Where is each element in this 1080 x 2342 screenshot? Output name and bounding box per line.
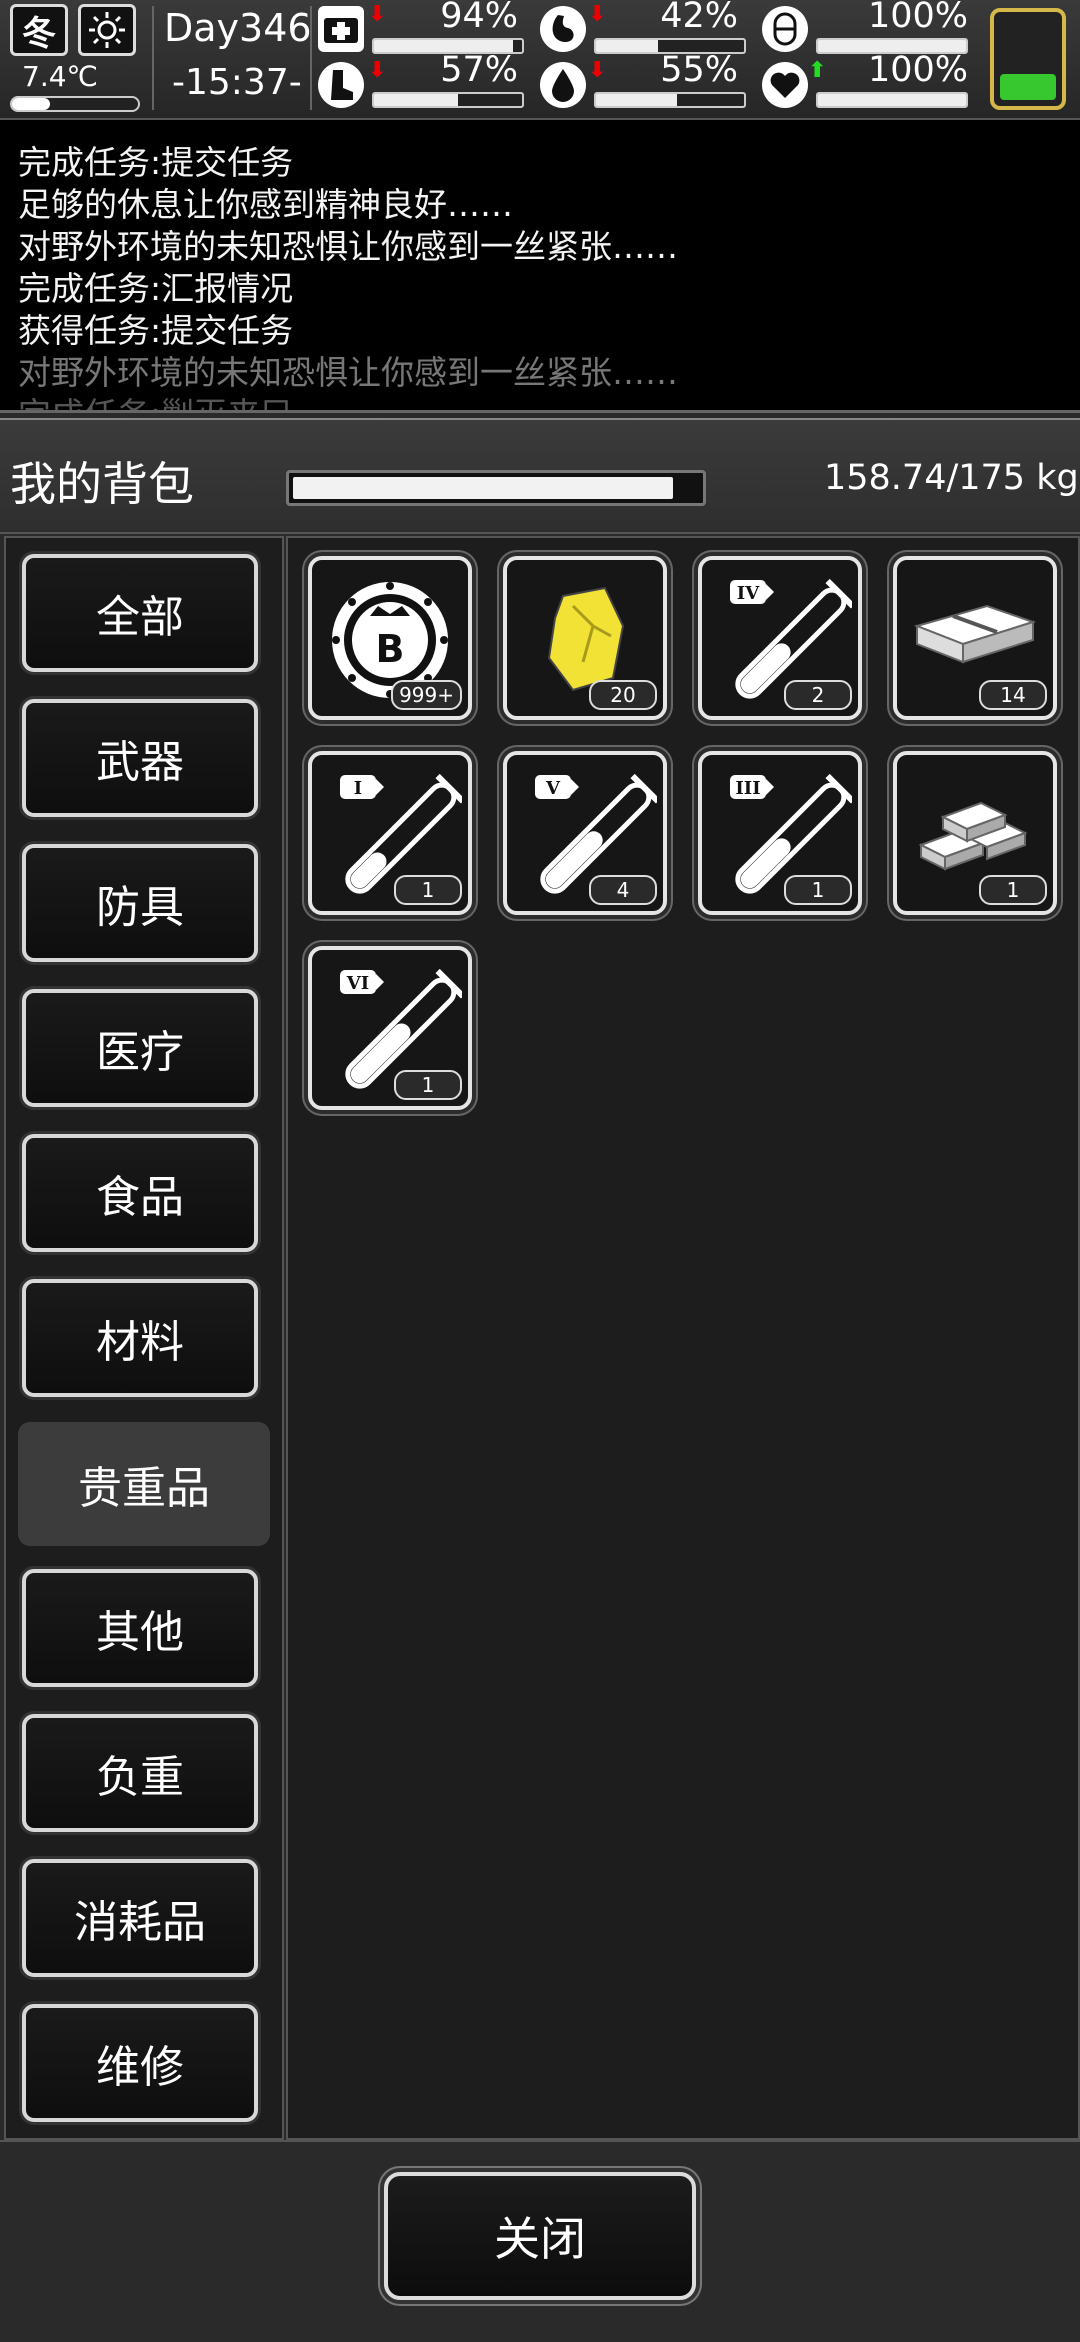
bag-weight: 158.74/175 kg <box>824 458 1079 498</box>
heart-icon <box>762 62 808 108</box>
log-line: 获得任务:提交任务 <box>18 311 294 350</box>
bag-title: 我的背包 <box>10 457 194 511</box>
footer: 关闭 <box>0 2140 1080 2342</box>
pill-icon <box>762 6 808 52</box>
stat-mood-bar <box>816 92 968 108</box>
season-badge: 冬 <box>10 4 68 56</box>
svg-text:B: B <box>376 627 405 671</box>
category-button-load[interactable]: 负重 <box>22 1714 258 1832</box>
log-line: 对野外环境的未知恐惧让你感到一丝紧张…… <box>18 227 678 266</box>
stat-stamina-value: 57% <box>440 50 518 90</box>
item-count: 4 <box>589 875 657 905</box>
stat-thirst-value: 55% <box>660 50 738 90</box>
item-slot[interactable]: III 1 <box>698 751 862 915</box>
category-sidebar: 全部 武器 防具 医疗 食品 材料 贵重品 其他 负重 消耗品 维修 <box>4 536 284 2140</box>
temperature: 7.4℃ <box>22 60 98 93</box>
stat-stamina-bar <box>372 92 524 108</box>
tube-label: III <box>735 778 760 799</box>
season-label: 冬 <box>22 13 56 54</box>
category-button-medical[interactable]: 医疗 <box>22 989 258 1107</box>
event-log[interactable]: 完成任务:提交任务 足够的休息让你感到精神良好…… 对野外环境的未知恐惧让你感到… <box>0 120 1080 413</box>
sun-icon <box>78 4 136 56</box>
category-button-valuables[interactable]: 贵重品 <box>18 1422 270 1546</box>
category-button-repair[interactable]: 维修 <box>22 2004 258 2122</box>
item-slot[interactable]: 14 <box>893 556 1057 720</box>
stat-health-value: 94% <box>440 0 518 36</box>
status-bar: 冬 7.4℃ Day346 -15:37- ⬇ 94% ⬇ 42% 100% ⬇… <box>0 0 1080 120</box>
item-slot[interactable]: V 4 <box>503 751 667 915</box>
bag-header: 我的背包 158.74/175 kg <box>0 418 1080 534</box>
item-slot[interactable]: IV 2 <box>698 556 862 720</box>
category-button-weapons[interactable]: 武器 <box>22 699 258 817</box>
tube-label: V <box>545 778 561 799</box>
item-slot[interactable]: I 1 <box>308 751 472 915</box>
tube-label: IV <box>737 583 760 604</box>
item-slot[interactable]: 1 <box>893 751 1057 915</box>
item-slot[interactable]: VI 1 <box>308 946 472 1110</box>
category-button-other[interactable]: 其他 <box>22 1569 258 1687</box>
stat-hunger-value: 42% <box>660 0 738 36</box>
category-button-armor[interactable]: 防具 <box>22 844 258 962</box>
tube-label: I <box>354 778 362 799</box>
item-count: 20 <box>589 680 657 710</box>
item-count: 1 <box>394 875 462 905</box>
tube-label: VI <box>346 973 369 994</box>
category-button-consumables[interactable]: 消耗品 <box>22 1859 258 1977</box>
stat-pill-value: 100% <box>867 0 968 36</box>
bag-weight-bar <box>286 470 706 506</box>
item-count: 1 <box>394 1070 462 1100</box>
log-line: 完成任务:剿灭来巳 <box>18 388 293 410</box>
item-count: 999+ <box>391 680 462 710</box>
stat-thirst-bar <box>594 92 746 108</box>
battery-indicator[interactable] <box>990 8 1066 110</box>
log-line: 完成任务:汇报情况 <box>18 269 294 308</box>
category-button-food[interactable]: 食品 <box>22 1134 258 1252</box>
close-button[interactable]: 关闭 <box>384 2172 696 2300</box>
item-count: 14 <box>979 680 1047 710</box>
stat-mood-value: 100% <box>867 50 968 90</box>
log-line: 对野外环境的未知恐惧让你感到一丝紧张…… <box>18 353 678 392</box>
item-count: 1 <box>784 875 852 905</box>
log-line: 足够的休息让你感到精神良好…… <box>18 185 513 224</box>
clock: -15:37- <box>172 62 302 103</box>
inventory-grid: B 999+ 20 IV 2 14 I 1 V 4 III 1 1 VI 1 <box>286 536 1080 2140</box>
day-counter: Day346 <box>164 6 312 50</box>
item-count: 2 <box>784 680 852 710</box>
temperature-gauge <box>10 96 140 112</box>
category-button-all[interactable]: 全部 <box>22 554 258 672</box>
item-slot[interactable]: 20 <box>503 556 667 720</box>
item-count: 1 <box>979 875 1047 905</box>
category-button-materials[interactable]: 材料 <box>22 1279 258 1397</box>
log-line: 完成任务:提交任务 <box>18 143 294 182</box>
item-slot[interactable]: B 999+ <box>308 556 472 720</box>
